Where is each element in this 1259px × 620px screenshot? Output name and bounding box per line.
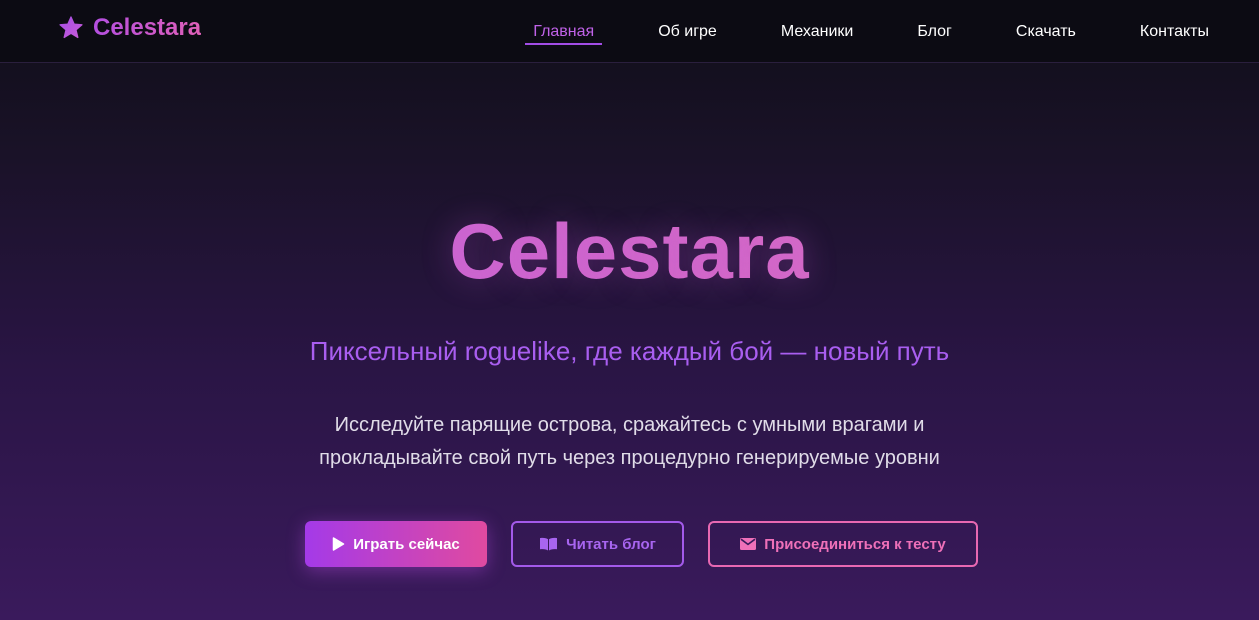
- brand-name: Celestara: [93, 14, 202, 41]
- play-icon: [332, 537, 345, 551]
- book-icon: [540, 537, 558, 551]
- nav-link-contacts[interactable]: Контакты: [1108, 0, 1209, 63]
- envelope-icon: [740, 538, 757, 550]
- play-now-button[interactable]: Играть сейчас: [305, 521, 487, 567]
- play-now-label: Играть сейчас: [353, 535, 460, 553]
- join-test-button[interactable]: Присоединиться к тесту: [708, 521, 978, 567]
- hero-section: Celestara Пиксельный roguelike, где кажд…: [0, 63, 1259, 620]
- hero-actions: Играть сейчас Читать блог Присоединиться…: [305, 521, 978, 567]
- top-navbar: Celestara Главная Об игре Механики Блог …: [0, 0, 1259, 63]
- nav-link-mechanics[interactable]: Механики: [749, 0, 885, 63]
- nav-link-about[interactable]: Об игре: [626, 0, 749, 63]
- nav-link-blog[interactable]: Блог: [885, 0, 984, 63]
- hero-title: Celestara: [0, 206, 1259, 297]
- hero-description: Исследуйте парящие острова, сражайтесь с…: [0, 409, 1259, 475]
- hero-description-line-1: Исследуйте парящие острова, сражайтесь с…: [334, 414, 925, 436]
- read-blog-label: Читать блог: [566, 535, 656, 553]
- brand-logo-link[interactable]: Celestara: [58, 14, 201, 42]
- nav-link-home[interactable]: Главная: [525, 0, 603, 63]
- nav-link-download[interactable]: Скачать: [984, 0, 1108, 63]
- hero-subtitle: Пиксельный roguelike, где каждый бой — н…: [309, 336, 950, 366]
- main-nav: Главная Об игре Механики Блог Скачать Ко…: [525, 0, 1209, 63]
- join-test-label: Присоединиться к тесту: [764, 535, 946, 553]
- hero-description-line-2: прокладывайте свой путь через процедурно…: [319, 447, 940, 469]
- star-icon: [59, 16, 83, 39]
- read-blog-button[interactable]: Читать блог: [511, 521, 684, 567]
